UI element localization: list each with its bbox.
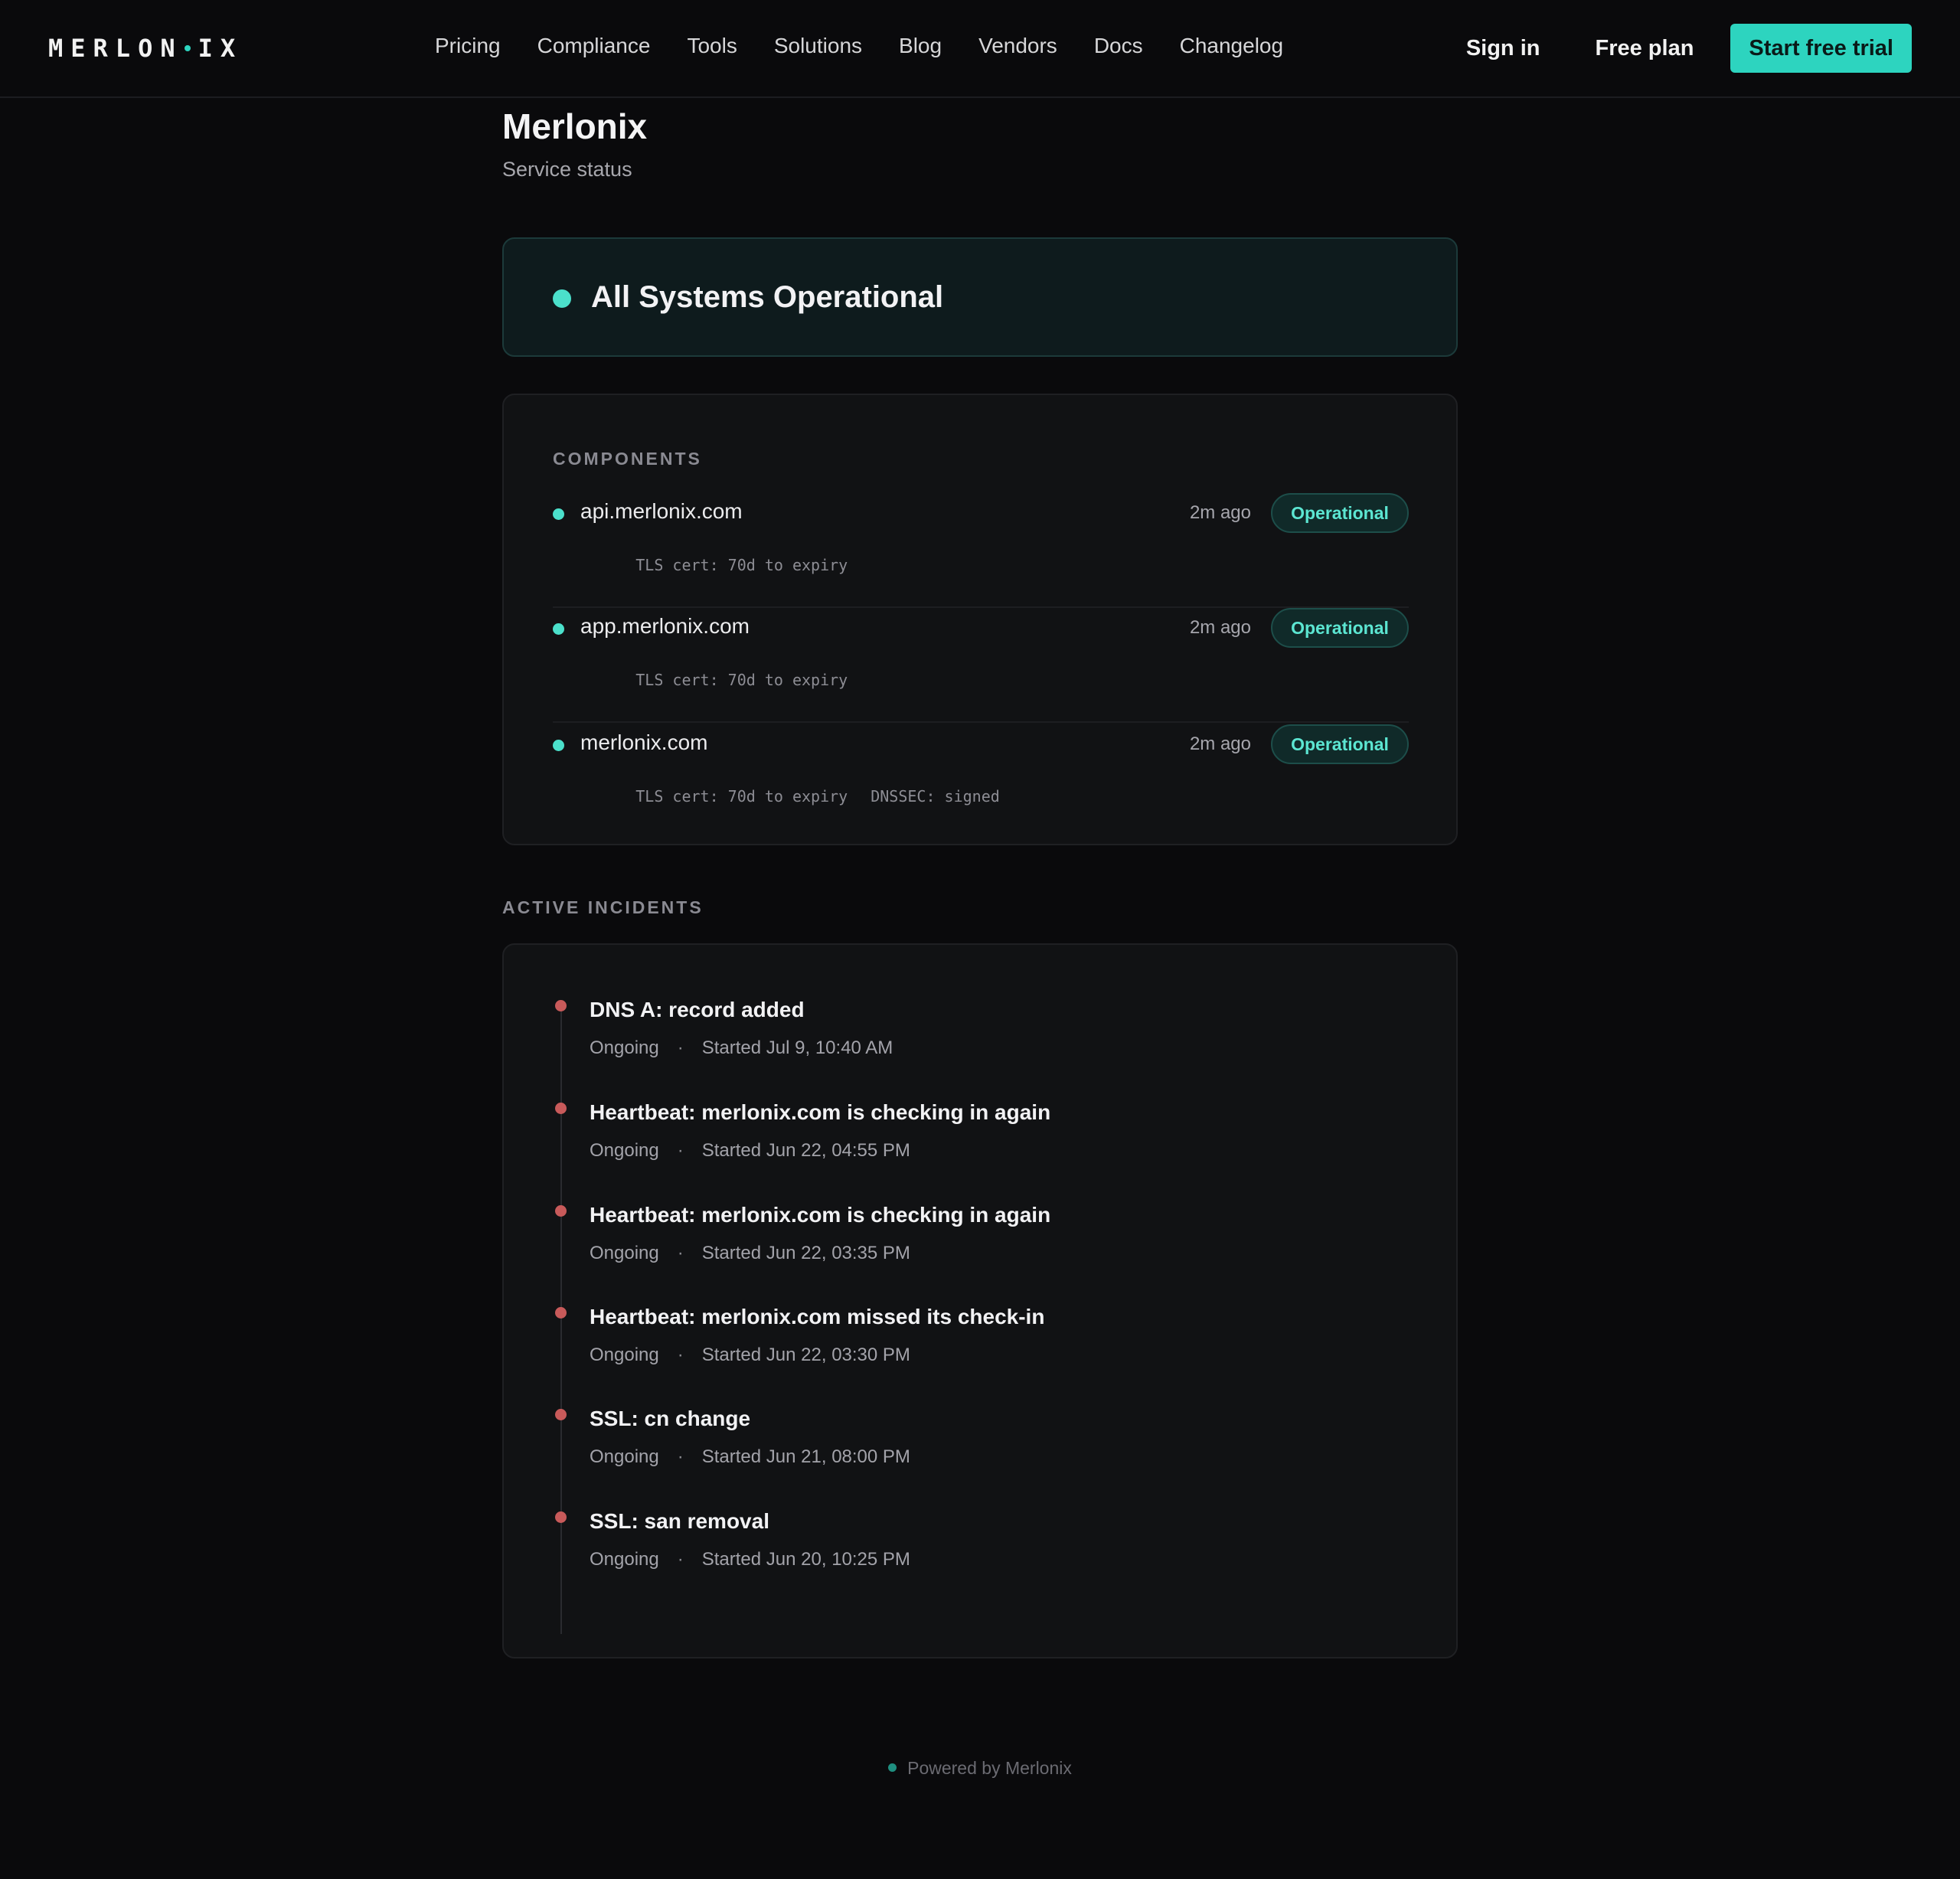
component-name: app.merlonix.com bbox=[580, 614, 750, 638]
nav-changelog[interactable]: Changelog bbox=[1180, 34, 1283, 58]
components-card: COMPONENTS api.merlonix.com TLS cert: 70… bbox=[502, 394, 1458, 845]
separator-dot: · bbox=[677, 1549, 684, 1570]
status-dot-icon bbox=[553, 740, 564, 751]
header-actions: Sign in Free plan Start free trial bbox=[1466, 24, 1912, 73]
tls-cert-info: TLS cert: 70d to expiry bbox=[635, 671, 848, 689]
component-meta: TLS cert: 70d to expiry bbox=[580, 538, 848, 593]
nav-compliance[interactable]: Compliance bbox=[537, 34, 651, 58]
page-subtitle: Service status bbox=[502, 158, 632, 181]
component-row: api.merlonix.com TLS cert: 70d to expiry… bbox=[553, 493, 1409, 608]
logo-text-right: IX bbox=[198, 34, 243, 63]
incident-title: Heartbeat: merlonix.com missed its check… bbox=[590, 1305, 1045, 1328]
incidents-card: DNS A: record added Ongoing · Started Jul … bbox=[502, 943, 1458, 1658]
overall-status-banner: All Systems Operational bbox=[502, 237, 1458, 357]
incident-item[interactable]: SSL: cn change Ongoing · Started Jun 21, 0… bbox=[553, 1354, 1395, 1467]
incident-title: Heartbeat: merlonix.com is checking in a… bbox=[590, 1203, 1051, 1227]
nav-vendors[interactable]: Vendors bbox=[978, 34, 1057, 58]
footer: Powered by Merlonix bbox=[0, 1758, 1960, 1779]
status-dot-icon bbox=[553, 623, 564, 635]
merlonix-logo[interactable]: MERLON IX bbox=[48, 34, 243, 63]
incident-dot-icon bbox=[555, 1103, 567, 1114]
overall-status-text: All Systems Operational bbox=[591, 280, 944, 314]
top-navbar: MERLON IX Pricing Compliance Tools Solut… bbox=[0, 0, 1960, 98]
incident-item[interactable]: Heartbeat: merlonix.com missed its check… bbox=[553, 1252, 1395, 1365]
nav-tools[interactable]: Tools bbox=[687, 34, 737, 58]
component-meta: TLS cert: 70d to expiry bbox=[580, 652, 848, 707]
tls-cert-info: TLS cert: 70d to expiry bbox=[635, 787, 848, 806]
free-plan-link[interactable]: Free plan bbox=[1595, 36, 1694, 61]
incident-state: Ongoing bbox=[590, 1549, 659, 1570]
nav-blog[interactable]: Blog bbox=[899, 34, 942, 58]
component-name: merlonix.com bbox=[580, 730, 708, 754]
nav-pricing[interactable]: Pricing bbox=[435, 34, 501, 58]
incident-item[interactable]: SSL: san removal Ongoing · Started Jun 20,… bbox=[553, 1456, 1395, 1570]
nav-solutions[interactable]: Solutions bbox=[774, 34, 862, 58]
page-title: Merlonix bbox=[502, 106, 648, 146]
incident-dot-icon bbox=[555, 1000, 567, 1011]
incident-dot-icon bbox=[555, 1307, 567, 1319]
logo-text-left: MERLON bbox=[48, 34, 183, 63]
status-dot-icon bbox=[553, 289, 571, 308]
component-row: app.merlonix.com TLS cert: 70d to expiry… bbox=[553, 608, 1409, 723]
sign-in-link[interactable]: Sign in bbox=[1466, 36, 1540, 61]
incident-title: Heartbeat: merlonix.com is checking in a… bbox=[590, 1100, 1051, 1124]
main-nav: Pricing Compliance Tools Solutions Blog … bbox=[435, 34, 1283, 58]
dnssec-info: DNSSEC: signed bbox=[871, 787, 1000, 806]
incident-title: DNS A: record added bbox=[590, 998, 805, 1021]
incident-item[interactable]: Heartbeat: merlonix.com is checking in a… bbox=[553, 1047, 1395, 1161]
incident-item[interactable]: Heartbeat: merlonix.com is checking in a… bbox=[553, 1150, 1395, 1263]
incident-dot-icon bbox=[555, 1409, 567, 1420]
incident-dot-icon bbox=[555, 1511, 567, 1523]
incident-started: Started Jun 20, 10:25 PM bbox=[701, 1549, 910, 1570]
nav-docs[interactable]: Docs bbox=[1094, 34, 1143, 58]
component-row: merlonix.com TLS cert: 70d to expiry DNSS… bbox=[553, 724, 1409, 839]
last-checked: 2m ago bbox=[1189, 617, 1251, 638]
incident-item[interactable]: DNS A: record added Ongoing · Started Jul … bbox=[553, 945, 1395, 1058]
powered-by-link[interactable]: Powered by Merlonix bbox=[907, 1758, 1072, 1778]
component-meta: TLS cert: 70d to expiry DNSSEC: signed bbox=[580, 769, 1000, 824]
footer-dot-icon bbox=[888, 1763, 897, 1773]
status-badge: Operational bbox=[1271, 493, 1409, 533]
last-checked: 2m ago bbox=[1189, 502, 1251, 523]
tls-cert-info: TLS cert: 70d to expiry bbox=[635, 556, 848, 574]
active-incidents-heading: ACTIVE INCIDENTS bbox=[502, 897, 704, 917]
status-badge: Operational bbox=[1271, 608, 1409, 648]
last-checked: 2m ago bbox=[1189, 734, 1251, 754]
incident-title: SSL: san removal bbox=[590, 1509, 769, 1533]
incident-title: SSL: cn change bbox=[590, 1407, 751, 1430]
incident-meta: Ongoing · Started Jun 20, 10:25 PM bbox=[590, 1549, 910, 1570]
status-dot-icon bbox=[553, 508, 564, 520]
start-free-trial-button[interactable]: Start free trial bbox=[1730, 24, 1912, 73]
logo-dot-icon bbox=[184, 45, 191, 51]
components-heading: COMPONENTS bbox=[553, 449, 702, 469]
status-badge: Operational bbox=[1271, 724, 1409, 764]
incident-dot-icon bbox=[555, 1205, 567, 1217]
component-name: api.merlonix.com bbox=[580, 499, 743, 523]
